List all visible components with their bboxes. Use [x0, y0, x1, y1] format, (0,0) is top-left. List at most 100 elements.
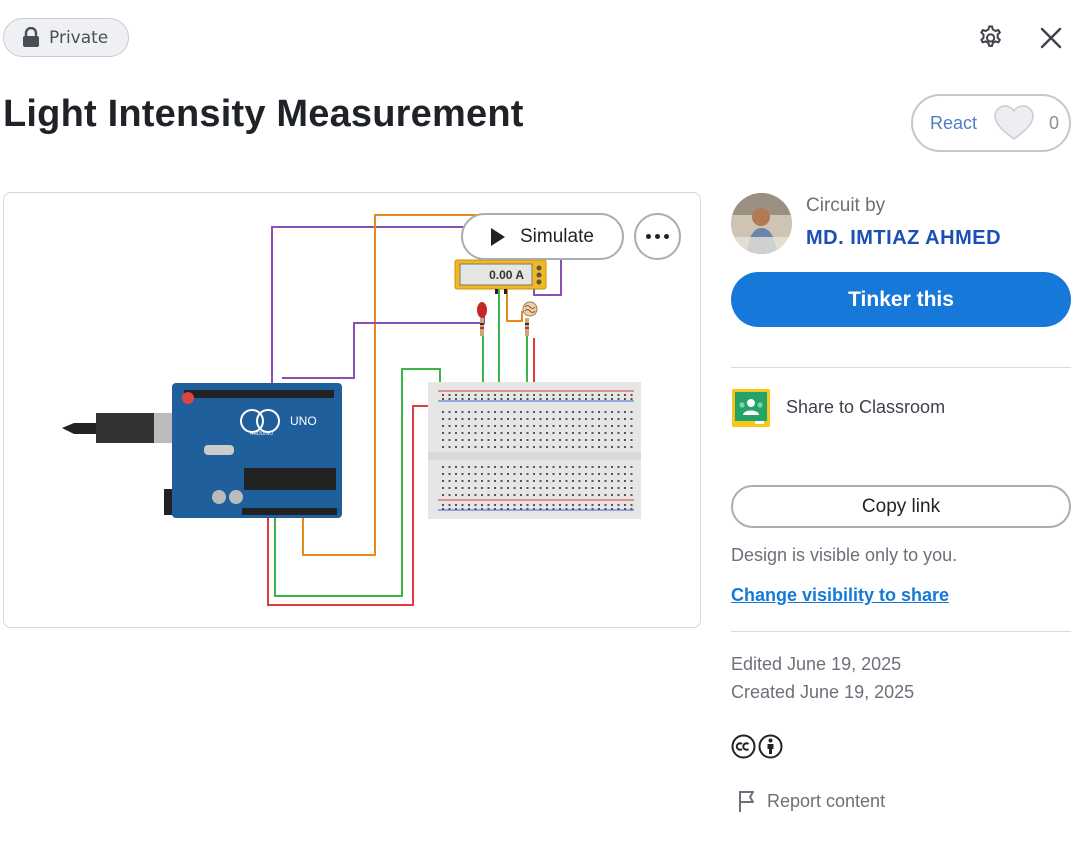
breadboard-hole	[578, 425, 581, 427]
breadboard-hole	[461, 439, 464, 441]
avatar[interactable]	[731, 193, 792, 254]
copy-link-button[interactable]: Copy link	[731, 485, 1071, 528]
breadboard-hole	[546, 394, 548, 396]
breadboard-hole	[533, 480, 535, 482]
breadboard-hole	[572, 394, 574, 396]
divider	[731, 631, 1071, 632]
breadboard-hole	[578, 418, 581, 420]
breadboard-hole	[591, 394, 594, 396]
settings-button[interactable]	[974, 22, 1006, 54]
breadboard-hole	[546, 504, 548, 506]
breadboard-hole	[572, 418, 574, 420]
breadboard-hole	[520, 480, 522, 482]
simulate-button[interactable]: Simulate	[461, 213, 624, 260]
breadboard-hole	[617, 473, 620, 475]
breadboard-hole	[533, 439, 535, 441]
breadboard-hole	[598, 504, 600, 506]
breadboard-hole	[474, 466, 477, 468]
breadboard-hole	[578, 439, 581, 441]
breadboard-hole	[442, 418, 444, 420]
more-options-button[interactable]	[634, 213, 681, 260]
board-brand: UNO	[290, 414, 317, 428]
breadboard-hole	[520, 487, 522, 489]
breadboard-hole	[474, 504, 477, 506]
breadboard-hole	[513, 446, 516, 448]
privacy-badge[interactable]: Private	[3, 18, 129, 57]
close-button[interactable]	[1035, 22, 1067, 54]
breadboard-hole	[546, 487, 548, 489]
breadboard-hole	[611, 418, 613, 420]
breadboard-hole	[539, 446, 542, 448]
license-icons[interactable]	[731, 734, 783, 759]
breadboard-hole	[455, 398, 457, 400]
breadboard-hole	[461, 487, 464, 489]
breadboard-hole	[487, 432, 490, 434]
change-visibility-link[interactable]: Change visibility to share	[731, 585, 949, 606]
react-button[interactable]: React 0	[911, 94, 1071, 152]
breadboard-hole	[559, 439, 561, 441]
breadboard-hole	[455, 411, 457, 413]
breadboard-hole	[513, 394, 516, 396]
breadboard-hole	[526, 446, 529, 448]
breadboard-hole	[604, 480, 607, 482]
breadboard-hole	[565, 394, 568, 396]
breadboard-hole	[572, 398, 574, 400]
breadboard-hole	[624, 394, 626, 396]
breadboard-hole	[507, 494, 509, 496]
breadboard-hole	[507, 480, 509, 482]
breadboard-hole	[448, 487, 451, 489]
breadboard-hole	[500, 398, 503, 400]
breadboard-hole	[461, 466, 464, 468]
breadboard-hole	[442, 494, 444, 496]
breadboard-hole	[461, 480, 464, 482]
breadboard-hole	[585, 487, 587, 489]
share-to-classroom-link[interactable]: Share to Classroom	[786, 397, 945, 418]
visibility-note: Design is visible only to you.	[731, 545, 958, 565]
report-content-link[interactable]: Report content	[737, 789, 885, 813]
breadboard-hole	[630, 508, 633, 510]
breadboard-hole	[552, 398, 555, 400]
play-icon	[491, 227, 505, 246]
breadboard-hole	[520, 432, 522, 434]
breadboard-hole	[591, 466, 594, 468]
breadboard-hole	[442, 439, 444, 441]
circuit-preview[interactable]: 0.00 A UNO ARDUINO Simulate	[3, 192, 701, 628]
breadboard-hole	[520, 508, 522, 510]
breadboard-hole	[474, 439, 477, 441]
breadboard-hole	[507, 432, 509, 434]
breadboard-hole	[572, 466, 574, 468]
breadboard-hole	[513, 425, 516, 427]
breadboard-hole	[572, 508, 574, 510]
breadboard-hole	[468, 494, 470, 496]
breadboard-hole	[494, 394, 496, 396]
breadboard-hole	[468, 473, 470, 475]
breadboard-hole	[533, 504, 535, 506]
tinker-this-button[interactable]: Tinker this	[731, 272, 1071, 327]
breadboard-hole	[552, 446, 555, 448]
breadboard-hole	[617, 480, 620, 482]
breadboard-hole	[578, 480, 581, 482]
author-name-link[interactable]: MD. IMTIAZ AHMED	[806, 227, 1001, 250]
breadboard-hole	[520, 425, 522, 427]
breadboard-hole	[494, 411, 496, 413]
breadboard-hole	[585, 508, 587, 510]
divider	[731, 367, 1071, 368]
breadboard-hole	[565, 504, 568, 506]
breadboard-hole	[624, 473, 626, 475]
breadboard-hole	[500, 473, 503, 475]
breadboard-hole	[500, 508, 503, 510]
breadboard-hole	[546, 398, 548, 400]
breadboard-hole	[624, 466, 626, 468]
breadboard-hole	[448, 466, 451, 468]
breadboard-hole	[565, 432, 568, 434]
breadboard-hole	[487, 480, 490, 482]
breadboard-hole	[630, 411, 633, 413]
google-classroom-icon[interactable]	[731, 388, 771, 428]
breadboard-hole	[611, 394, 613, 396]
breadboard-hole	[578, 508, 581, 510]
breadboard-hole	[611, 425, 613, 427]
breadboard-hole	[546, 432, 548, 434]
breadboard-hole	[585, 425, 587, 427]
breadboard-hole	[507, 398, 509, 400]
breadboard-hole	[468, 487, 470, 489]
